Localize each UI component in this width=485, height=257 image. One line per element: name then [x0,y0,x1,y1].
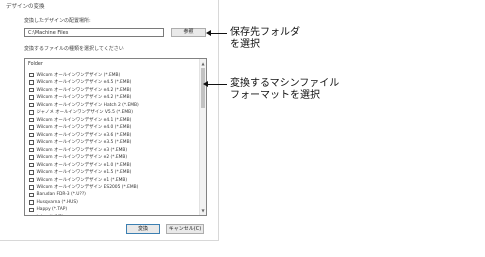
list-item-label: Wilcom オールインワンデザイン e4.2 (*.EMB) [36,87,132,93]
list-item[interactable]: Happy (*.TAP) [29,206,197,214]
list-item[interactable]: Wilcom オールインワンデザイン e2 (*.EMB) [29,154,197,162]
checkbox[interactable] [29,192,34,197]
list-item[interactable]: Wilcom オールインワンデザイン e3 (*.EMB) [29,146,197,154]
checkbox[interactable] [29,132,34,137]
checkbox[interactable] [29,87,34,92]
checkbox[interactable] [29,147,34,152]
list-item[interactable]: Wilcom オールインワンデザイン e1 (*.EMB) [29,176,197,184]
list-item-label: Wilcom オールインワンデザイン ES2005 (*.EMB) [36,185,139,191]
list-item[interactable]: ジャノメ オールインワンデザイン V5.5 (*.EMB) [29,109,197,117]
list-item[interactable]: Wilcom オールインワンデザイン e4.5 (*.EMB) [29,79,197,87]
file-format-list[interactable]: Folder Wilcom オールインワンデザイン (*.EMB) Wilcom … [24,58,207,216]
scroll-up-icon[interactable]: ▲ [200,61,206,66]
dialog-title: デザインの変換 [6,4,45,10]
list-item-label: Wilcom オールインワンデザイン e4.5 (*.EMB) [36,80,132,86]
list-item[interactable]: Wilcom オールインワンデザイン e1.0 (*.EMB) [29,161,197,169]
list-item[interactable]: Wilcom オールインワンデザイン e4.1 (*.EMB) [29,116,197,124]
checkbox[interactable] [29,170,34,175]
list-item-label: Wilcom オールインワンデザイン e2 (*.EMB) [36,155,128,161]
convert-button[interactable]: 変換 [126,224,160,234]
checkbox[interactable] [29,72,34,77]
list-item[interactable]: Wilcom オールインワンデザイン (*.EMB) [29,71,197,79]
checkbox[interactable] [29,80,34,85]
checkbox[interactable] [29,215,34,216]
annotation-file-format-line2: フォーマットを選択 [230,90,320,101]
checkbox[interactable] [29,117,34,122]
list-item[interactable]: Barudan FDR-3 (*.U??) [29,191,197,199]
checkbox[interactable] [29,95,34,100]
file-types-label: 変換するファイルの種類を選択してください [24,46,124,52]
checkbox[interactable] [29,110,34,115]
list-item-label: Barudan FDR-3 (*.U??) [36,192,86,198]
scroll-down-icon[interactable]: ▼ [200,208,206,213]
list-item[interactable]: Wilcom オールインワンデザイン Hatch 2 (*.EMB) [29,101,197,109]
file-format-items: Wilcom オールインワンデザイン (*.EMB) Wilcom オールインワン… [29,71,197,216]
checkbox[interactable] [29,207,34,212]
list-item[interactable]: Husqvarna (*.HUS) [29,199,197,207]
list-item-label: Wilcom オールインワンデザイン e4.0 (*.EMB) [36,125,132,131]
checkbox[interactable] [29,102,34,107]
cancel-button[interactable]: キャンセル(C) [166,224,204,234]
convert-designs-dialog: デザインの変換 変換したデザインの配置場所: C:\Machine Files … [0,0,219,241]
destination-folder-label: 変換したデザインの配置場所: [24,18,91,24]
list-item-label: Wilcom オールインワンデザイン (*.EMB) [36,72,121,78]
list-item[interactable]: Inbro (*.INB) [29,214,197,216]
list-header-folder: Folder [28,62,43,67]
list-item[interactable]: Wilcom オールインワンデザイン e4.2 (*.EMB) [29,94,197,102]
list-item[interactable]: Wilcom オールインワンデザイン e3.6 (*.EMB) [29,131,197,139]
checkbox[interactable] [29,162,34,167]
list-item-label: Wilcom オールインワンデザイン e3.6 (*.EMB) [36,132,132,138]
list-item[interactable]: Wilcom オールインワンデザイン e4.2 (*.EMB) [29,86,197,94]
checkbox[interactable] [29,185,34,190]
checkbox[interactable] [29,155,34,160]
annotation-save-folder-line1: 保存先フォルダ [230,27,300,38]
list-item-label: Wilcom オールインワンデザイン e3.5 (*.EMB) [36,140,132,146]
checkbox[interactable] [29,177,34,182]
list-item[interactable]: Wilcom オールインワンデザイン ES2005 (*.EMB) [29,184,197,192]
checkbox[interactable] [29,140,34,145]
list-item-label: Wilcom オールインワンデザイン Hatch 2 (*.EMB) [36,102,139,108]
scrollbar-thumb[interactable] [201,68,205,108]
annotation-save-folder-line2: を選択 [230,39,260,50]
list-item-label: Husqvarna (*.HUS) [36,199,78,205]
browse-button[interactable]: 参照 [171,28,206,37]
annotation-file-format: 変換するマシンファイル フォーマットを選択 [230,78,339,102]
annotation-file-format-line1: 変換するマシンファイル [230,78,340,89]
destination-folder-input[interactable]: C:\Machine Files [24,28,164,37]
list-item-label: Wilcom オールインワンデザイン e1.0 (*.EMB) [36,162,132,168]
checkbox[interactable] [29,200,34,205]
list-item-label: Inbro (*.INB) [37,215,64,216]
annotation-save-folder: 保存先フォルダ を選択 [230,27,300,51]
annotation-leader-line [207,84,227,85]
list-item[interactable]: Wilcom オールインワンデザイン e3.5 (*.EMB) [29,139,197,147]
list-item-label: Wilcom オールインワンデザイン e1 (*.EMB) [36,177,128,183]
list-item-label: Wilcom オールインワンデザイン e1.5 (*.EMB) [36,170,132,176]
list-item-label: Wilcom オールインワンデザイン e4.2 (*.EMB) [36,95,132,101]
list-item-label: ジャノメ オールインワンデザイン V5.5 (*.EMB) [36,110,133,116]
list-item-label: Wilcom オールインワンデザイン e3 (*.EMB) [36,147,128,153]
annotation-leader-line [210,33,227,34]
checkbox[interactable] [29,125,34,130]
list-item-label: Wilcom オールインワンデザイン e4.1 (*.EMB) [36,117,132,123]
list-item[interactable]: Wilcom オールインワンデザイン e1.5 (*.EMB) [29,169,197,177]
list-item-label: Happy (*.TAP) [36,207,68,213]
list-item[interactable]: Wilcom オールインワンデザイン e4.0 (*.EMB) [29,124,197,132]
